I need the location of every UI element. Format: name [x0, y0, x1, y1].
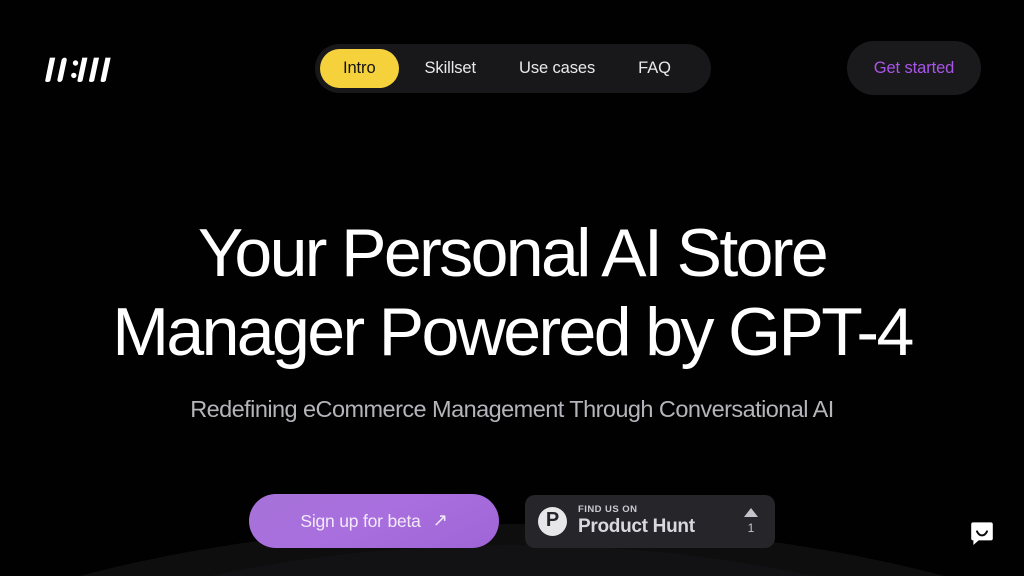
page-title-line-1: Your Personal AI Store [197, 215, 829, 291]
upvote-count: 1 [747, 521, 755, 535]
sign-up-label: Sign up for beta [300, 510, 421, 531]
product-hunt-logo-icon: P [538, 506, 567, 536]
product-hunt-upvote[interactable]: 1 [744, 508, 758, 534]
nav-item-label: Intro [343, 59, 376, 77]
nav-item-label: Skillset [424, 59, 477, 77]
nav-item-intro[interactable]: Intro [320, 49, 399, 88]
page-subtitle: Redefining eCommerce Management Through … [190, 396, 834, 422]
product-hunt-name: Product Hunt [578, 516, 695, 537]
product-hunt-text: FIND US ON Product Hunt [578, 504, 738, 538]
site-header: Intro Skillset Use cases FAQ Get started [0, 0, 1024, 136]
cta-row: Sign up for beta ↗ P FIND US ON Product … [0, 494, 1024, 548]
nav-item-faq[interactable]: FAQ [621, 49, 688, 88]
nav-item-label: FAQ [638, 59, 671, 77]
hero-section: Your Personal AI Store Manager Powered b… [0, 214, 1024, 423]
product-hunt-kicker: FIND US ON [578, 504, 638, 515]
chat-bubble-smile-icon[interactable] [968, 520, 996, 548]
aim-wordmark-logo[interactable] [42, 56, 124, 82]
main-navigation: Intro Skillset Use cases FAQ [315, 44, 711, 93]
sign-up-for-beta-button[interactable]: Sign up for beta ↗ [249, 494, 499, 548]
product-hunt-logo-letter: P [545, 509, 560, 531]
nav-item-label: Use cases [519, 59, 596, 77]
page-title-line-2: Manager Powered by GPT-4 [112, 294, 914, 370]
landing-page-root: Intro Skillset Use cases FAQ Get started… [0, 0, 1024, 576]
nav-item-use-cases[interactable]: Use cases [502, 49, 612, 88]
nav-item-skillset[interactable]: Skillset [408, 49, 493, 88]
product-hunt-badge[interactable]: P FIND US ON Product Hunt 1 [525, 494, 775, 548]
get-started-button[interactable]: Get started [847, 41, 981, 95]
caret-up-icon [744, 508, 758, 517]
background-glow-ellipse-inner [0, 545, 1024, 576]
arrow-up-right-icon: ↗ [432, 510, 448, 530]
